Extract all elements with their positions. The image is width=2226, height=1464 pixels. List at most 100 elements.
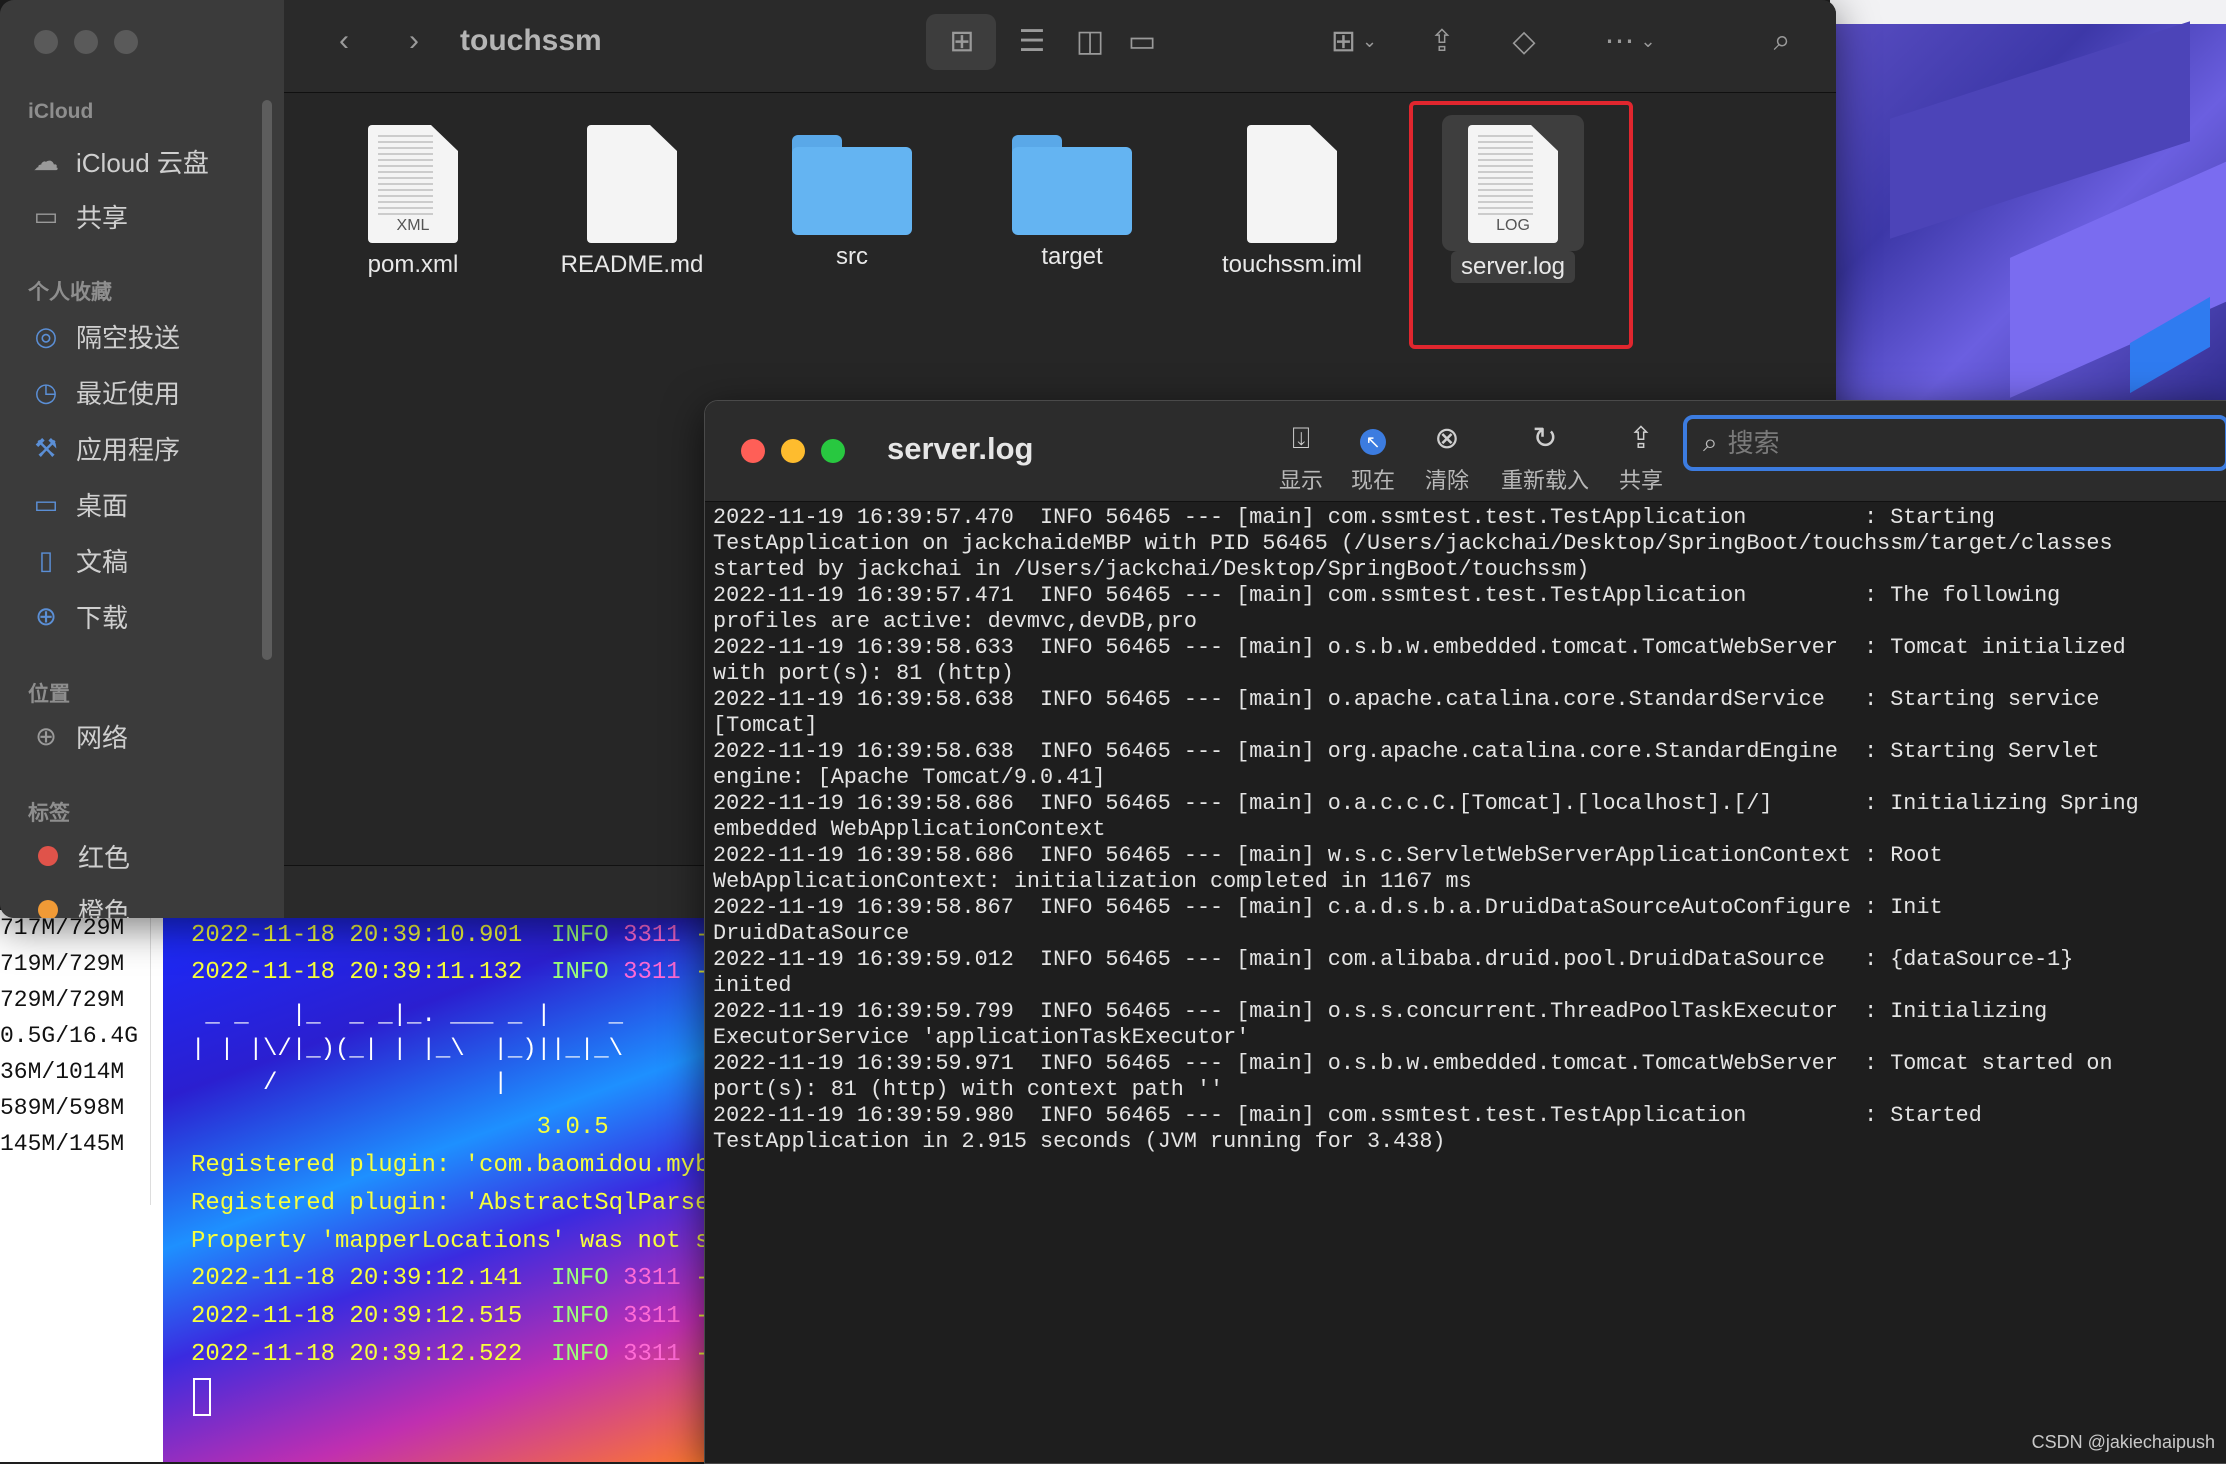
folder-item[interactable]: src: [752, 125, 952, 271]
sidebar-item-desktop[interactable]: ▭ 桌面: [30, 484, 128, 524]
clear-button[interactable]: ⊗ 清除: [1407, 419, 1487, 495]
search-input[interactable]: [1725, 426, 2170, 460]
log-line: ExecutorService 'applicationTaskExecutor…: [713, 1025, 1250, 1050]
sidebar-item-documents[interactable]: ▯ 文稿: [30, 540, 128, 580]
log-line: inited: [713, 973, 792, 998]
zoom-button[interactable]: [821, 439, 845, 463]
document-icon: [587, 125, 677, 243]
log-line: 2022-11-19 16:39:58.867 INFO 56465 --- […: [713, 895, 1943, 920]
banner-line: / |: [191, 1070, 508, 1097]
close-button[interactable]: [34, 30, 58, 54]
file-type-tag: XML: [396, 217, 430, 234]
gallery-view-button[interactable]: ▭: [1120, 18, 1164, 64]
sidebar-scrollbar[interactable]: [262, 100, 272, 660]
finder-sidebar: iCloud ☁ iCloud 云盘 ▭ 共享 个人收藏 ◎ 隔空投送 ◷ 最近使用 ⚒…: [0, 0, 285, 918]
file-item[interactable]: README.md: [532, 125, 732, 279]
minimize-button[interactable]: [74, 30, 98, 54]
terminal-window[interactable]: 717M/729M 719M/729M 729M/729M 0.5G/16.4G…: [0, 910, 710, 1462]
sidebar-item-label: 最近使用: [76, 378, 181, 409]
tag-button[interactable]: ◇: [1502, 18, 1546, 64]
list-view-button[interactable]: ☰: [1010, 18, 1054, 64]
sidebar-item-label: 文稿: [76, 546, 129, 577]
toolbar-label: 现在: [1350, 468, 1395, 493]
file-item[interactable]: XML pom.xml: [313, 125, 513, 279]
reload-icon: ↻: [1532, 422, 1558, 455]
columns-icon: ◫: [1075, 24, 1105, 58]
search-button[interactable]: ⌕: [1760, 18, 1804, 64]
sidebar-item-downloads[interactable]: ⊕ 下载: [30, 596, 128, 636]
log-line: 2022-11-19 16:39:58.638 INFO 56465 --- […: [713, 739, 2100, 764]
sidebar-item-recents[interactable]: ◷ 最近使用: [30, 372, 180, 412]
forward-button[interactable]: ›: [394, 18, 434, 64]
sidebar-item-label: 下载: [76, 602, 129, 633]
group-grid-icon: ⊞: [1330, 24, 1357, 58]
now-icon: ↖: [1333, 419, 1413, 459]
log-line: 2022-11-19 16:39:58.686 INFO 56465 --- […: [713, 791, 2139, 816]
folder-icon: [792, 135, 912, 235]
log-line: port(s): 81 (http) with context path '': [713, 1077, 1224, 1102]
applications-icon: ⚒: [34, 432, 58, 463]
log-viewer-toolbar: server.log ⍗ 显示 ↖ 现在 ⊗ 清除 ↻ 重新载入 ⇪ 共享 ⌕: [705, 401, 2226, 502]
icon-view-button[interactable]: ⊞: [940, 18, 984, 64]
close-button[interactable]: [741, 439, 765, 463]
sidebar-item-label: 应用程序: [76, 434, 181, 465]
log-viewer-window[interactable]: server.log ⍗ 显示 ↖ 现在 ⊗ 清除 ↻ 重新载入 ⇪ 共享 ⌕ …: [704, 400, 2226, 1464]
finder-toolbar: ‹ › touchssm ⊞ ☰ ◫ ▭ ⊞ ⌄ ⇪ ◇ ⋯ ⌄ ⌕: [284, 0, 1836, 93]
terminal-cursor: [193, 1378, 211, 1416]
tag-icon: ◇: [1512, 24, 1536, 58]
sidebar-section-icloud: iCloud: [28, 100, 94, 123]
terminal-output[interactable]: 2022-11-18 20:39:10.901 INFO 3311 -- 202…: [163, 910, 710, 1462]
show-button[interactable]: ⍗ 显示: [1261, 419, 1341, 495]
file-item[interactable]: touchssm.iml: [1192, 125, 1392, 279]
search-icon: ⌕: [1773, 24, 1791, 57]
sidebar-item-tag-red[interactable]: 红色: [30, 836, 130, 876]
log-line: 2022-11-19 16:39:58.633 INFO 56465 --- […: [713, 635, 2126, 660]
sidebar-item-label: 橙色: [78, 896, 131, 919]
sidebar-item-network[interactable]: ⊕ 网络: [30, 716, 128, 756]
log-content[interactable]: 2022-11-19 16:39:57.470 INFO 56465 --- […: [713, 505, 2219, 1463]
file-name: pom.xml: [367, 251, 459, 278]
sidebar-item-shared[interactable]: ▭ 共享: [30, 196, 128, 236]
terminal-line: 2022-11-18 20:39:10.901 INFO 3311 --: [191, 922, 710, 949]
minimize-button[interactable]: [781, 439, 805, 463]
show-icon: ⍗: [1292, 422, 1310, 455]
column-view-button[interactable]: ◫: [1068, 18, 1112, 64]
reload-button[interactable]: ↻ 重新载入: [1495, 419, 1595, 495]
sidebar-item-icloud-drive[interactable]: ☁ iCloud 云盘: [30, 141, 209, 181]
document-icon: [1247, 125, 1337, 243]
clear-icon: ⊗: [1434, 422, 1460, 455]
sidebar-item-applications[interactable]: ⚒ 应用程序: [30, 428, 180, 468]
chevron-down-icon: ⌄: [1362, 30, 1378, 51]
sidebar-item-label: 共享: [76, 202, 129, 233]
log-line: 2022-11-19 16:39:59.799 INFO 56465 --- […: [713, 999, 2048, 1024]
search-field[interactable]: ⌕: [1683, 415, 2226, 471]
sidebar-item-tag-orange[interactable]: 橙色: [30, 890, 130, 918]
file-name: touchssm.iml: [1221, 251, 1363, 278]
watermark: CSDN @jakiechaipush: [2031, 1432, 2215, 1452]
share-button[interactable]: ⇪: [1420, 18, 1464, 64]
log-line: embedded WebApplicationContext: [713, 817, 1106, 842]
log-line: TestApplication in 2.915 seconds (JVM ru…: [713, 1129, 1446, 1154]
log-line: [Tomcat]: [713, 713, 818, 738]
ellipsis-circle-icon: ⋯: [1604, 24, 1635, 58]
share-icon: ⇪: [1628, 422, 1654, 455]
log-line: 2022-11-19 16:39:59.012 INFO 56465 --- […: [713, 947, 2074, 972]
terminal-line: 2022-11-18 20:39:12.522 INFO 3311 --: [191, 1341, 710, 1368]
list-icon: ☰: [1018, 24, 1046, 58]
window-title: touchssm: [460, 24, 602, 57]
zoom-button[interactable]: [114, 30, 138, 54]
memory-row: 719M/729M: [0, 951, 125, 977]
log-line: 2022-11-19 16:39:57.471 INFO 56465 --- […: [713, 583, 2061, 608]
back-button[interactable]: ‹: [324, 18, 364, 64]
folder-item[interactable]: target: [972, 125, 1172, 271]
log-line: profiles are active: devmvc,devDB,pro: [713, 609, 1197, 634]
sidebar-item-airdrop[interactable]: ◎ 隔空投送: [30, 316, 180, 356]
group-button[interactable]: ⊞ ⌄: [1314, 18, 1394, 64]
action-button[interactable]: ⋯ ⌄: [1590, 18, 1670, 64]
log-line: 2022-11-19 16:39:57.470 INFO 56465 --- […: [713, 505, 1995, 530]
document-icon: ▯: [38, 544, 54, 575]
log-line: engine: [Apache Tomcat/9.0.41]: [713, 765, 1106, 790]
share-button[interactable]: ⇪ 共享: [1601, 419, 1681, 495]
now-button[interactable]: ↖ 现在: [1333, 419, 1413, 495]
sidebar-item-label: iCloud 云盘: [76, 147, 209, 178]
